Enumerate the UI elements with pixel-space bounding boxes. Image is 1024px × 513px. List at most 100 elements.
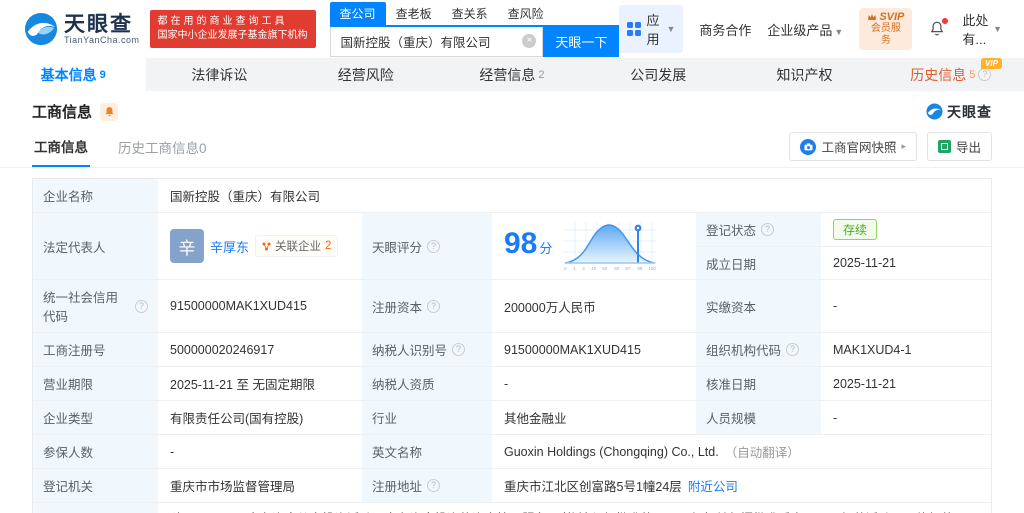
slogan-line2: 国家中小企业发展子基金旗下机构 [157,30,308,41]
field-label: 纳税人资质 [362,367,492,400]
related-companies-badge[interactable]: 关联企业 2 [255,235,339,257]
field-label: 人员规模 [696,401,821,434]
business-term: 2025-11-21 至 无固定期限 [170,378,315,392]
company-type: 有限责任公司(国有控股) [170,412,304,426]
tianyancha-logo[interactable]: 天眼查 TianYanCha.com [24,12,140,46]
tab-operation-risk[interactable]: 经营风险 [293,58,439,91]
apps-menu[interactable]: 应用 ▼ [619,5,684,53]
field-label: 注册资本 [372,300,423,315]
table-row: 营业期限 2025-11-21 至 无固定期限 纳税人资质 - 核准日期 202… [33,366,991,400]
export-excel-icon [937,140,951,153]
help-icon[interactable]: ? [452,343,466,356]
business-info-table: 企业名称 国新控股（重庆）有限公司 法定代表人 辛 辛厚东 关联企业 2 登记状态… [32,178,992,513]
tab-operation-info[interactable]: 经营信息 2 [439,58,585,91]
crown-icon [868,13,877,20]
chevron-down-icon: ▼ [666,24,676,34]
tianyan-score[interactable]: 98 分 0 1 3 10 50 80 97 99 100 [492,213,696,279]
table-row: 企业名称 国新控股（重庆）有限公司 [33,179,991,212]
export-button[interactable]: 导出 [926,132,992,161]
help-icon[interactable]: ? [427,239,441,253]
field-label: 天眼评分 [372,240,423,255]
chevron-down-icon: ▼ [993,24,1002,34]
watermark-text: 天眼查 [947,103,992,120]
score-distribution-chart [564,222,657,264]
tab-intellectual-property[interactable]: 知识产权 [731,58,877,91]
taxpayer-id: 91500000MAK1XUD415 [504,342,641,357]
search-tab-company[interactable]: 查公司 [329,1,386,25]
apps-label: 应用 [646,13,660,47]
tab-basic-info[interactable]: 基本信息 9 [0,58,147,91]
table-row: 经营范围? 许可项目：以自有资金从事投资活动；自有资金投资的资产管理服务。（依法… [33,502,991,513]
field-label: 企业类型 [33,401,158,434]
field-label: 登记状态 [706,224,757,238]
field-label: 成立日期 [696,246,821,279]
help-icon[interactable]: ? [761,223,775,236]
search-tab-boss[interactable]: 查老板 [386,2,442,25]
search-tab-risk[interactable]: 查风险 [498,2,554,25]
search-tab-relation[interactable]: 查关系 [442,2,498,25]
notifications-button[interactable] [928,18,949,38]
search-button[interactable]: 天眼一下 [543,26,620,57]
official-snapshot-button[interactable]: 工商官网快照 ▸ [789,132,917,161]
nearby-companies-link[interactable]: 附近公司 [688,476,738,495]
top-header: 天眼查 TianYanCha.com 都在用的商业查询工具 国家中小企业发展子基… [0,0,1024,58]
user-menu[interactable]: 此处有... ▼ [962,10,1002,48]
page: 天眼查 TianYanCha.com 都在用的商业查询工具 国家中小企业发展子基… [0,0,1024,513]
announcement-icon[interactable] [100,102,119,121]
paid-capital: - [833,299,838,313]
approval-date: 2025-11-21 [833,376,897,391]
svip-member-badge[interactable]: SVIP 会员服务 [859,8,913,50]
field-label: 注册地址 [372,480,423,494]
eye-logo-icon [24,12,58,46]
subtab-history-business-info[interactable]: 历史工商信息0 [116,133,209,166]
legal-rep-avatar[interactable]: 辛 [170,229,204,263]
help-icon[interactable]: ? [427,299,441,313]
legal-rep-name-link[interactable]: 辛厚东 [210,237,249,256]
watermark-logo: 天眼查 [926,102,992,122]
subtab-business-info[interactable]: 工商信息 [32,132,90,167]
organization-code: MAK1XUD4-1 [833,342,912,357]
vip-badge: VIP [981,58,1002,69]
search-tabs: 查公司 查老板 查关系 查风险 [329,1,620,27]
table-row: 统一社会信用代码? 91500000MAK1XUD415 注册资本? 20000… [33,279,991,332]
table-row: 登记机关 重庆市市场监督管理局 注册地址? 重庆市江北区创富路5号1幢24层 附… [33,468,991,502]
help-icon[interactable]: ? [427,479,441,492]
business-scope: 许可项目：以自有资金从事投资活动；自有资金投资的资产管理服务。（依法须经批准的项… [158,503,991,513]
company-tabs: 基本信息 9 法律诉讼 经营风险 经营信息 2 公司发展 知识产权 VIP 历史信息… [0,58,1024,91]
table-row: 参保人数 - 英文名称 Guoxin Holdings (Chongqing) … [33,434,991,468]
field-label: 英文名称 [362,435,492,468]
status-badge: 存续 [833,219,878,240]
user-name: 此处有... [962,13,989,47]
help-icon[interactable]: ? [978,68,992,81]
org-network-icon [262,241,271,251]
slogan-line1: 都在用的商业查询工具 [157,16,288,27]
nav-enterprise-products[interactable]: 企业级产品 ▼ [767,20,843,39]
notification-dot [942,18,949,24]
field-label: 纳税人识别号 [372,344,448,358]
tab-history-info[interactable]: VIP 历史信息 5 ? [878,58,1024,91]
insured-count: - [170,444,175,459]
brand-domain: TianYanCha.com [64,34,140,45]
field-label: 参保人数 [33,435,158,468]
top-right-nav: 应用 ▼ 商务合作 企业级产品 ▼ SVIP 会员服务 此处有... ▼ [619,5,1002,53]
search-input[interactable] [330,34,543,48]
field-label: 核准日期 [696,367,821,400]
camera-icon [800,138,817,155]
chevron-down-icon: ▼ [834,26,844,37]
brand-name: 天眼查 [64,12,133,36]
registration-authority: 重庆市市场监督管理局 [170,480,296,494]
field-label: 组织机构代码 [706,344,782,358]
search-area: 查公司 查老板 查关系 查风险 × 天眼一下 [329,1,620,57]
tab-company-development[interactable]: 公司发展 [585,58,731,91]
industry: 其他金融业 [504,412,567,426]
help-icon[interactable]: ? [786,343,800,356]
establish-date: 2025-11-21 [821,246,991,279]
field-label: 统一社会信用代码 [43,291,119,324]
field-label: 工商注册号 [33,333,158,366]
help-icon[interactable]: ? [135,299,148,313]
score-value: 98 [504,226,538,260]
field-label: 营业期限 [33,367,158,400]
tab-legal-litigation[interactable]: 法律诉讼 [146,58,292,91]
registered-address: 重庆市江北区创富路5号1幢24层 [504,480,682,494]
nav-business-cooperation[interactable]: 商务合作 [699,20,751,39]
